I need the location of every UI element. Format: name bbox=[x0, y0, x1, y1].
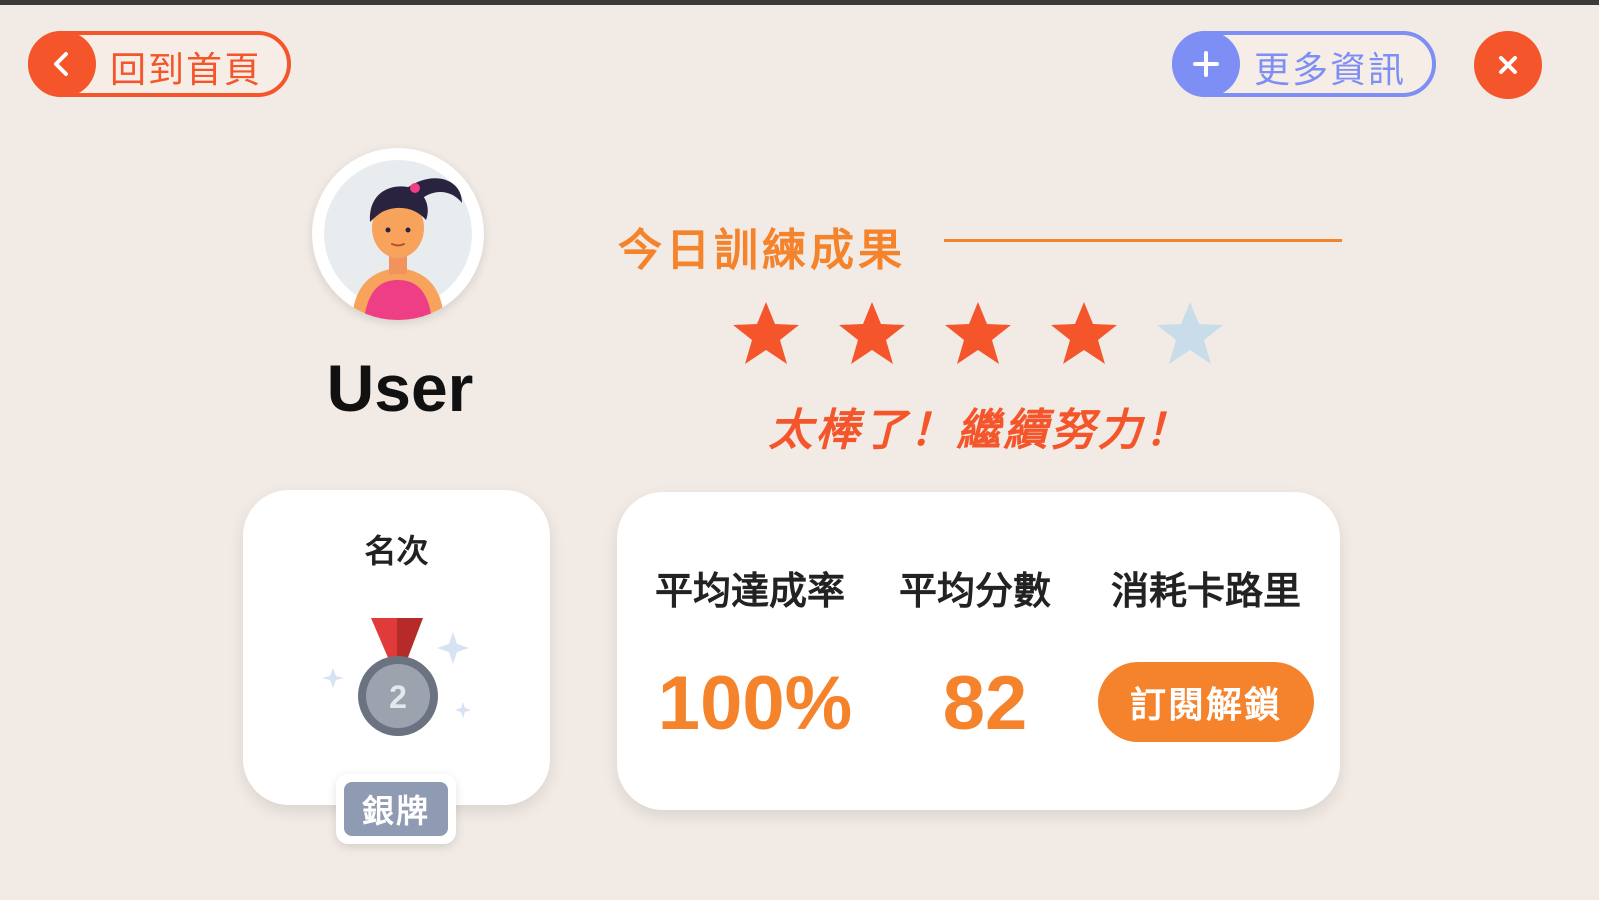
rank-badge: 銀牌 bbox=[336, 774, 456, 844]
silver-medal-icon: 2 bbox=[322, 618, 471, 736]
user-avatar bbox=[312, 148, 484, 320]
more-info-button[interactable]: 更多資訊 bbox=[1172, 31, 1436, 97]
user-name: User bbox=[326, 351, 474, 425]
avg-score-value: 82 bbox=[942, 661, 1028, 746]
chevron-left-icon bbox=[28, 31, 96, 97]
avg-completion-label: 平均達成率 bbox=[654, 569, 845, 613]
subscribe-unlock-button[interactable]: 訂閱解鎖 bbox=[1098, 662, 1314, 742]
star-rating bbox=[730, 298, 1230, 378]
window-top-border bbox=[0, 0, 1599, 5]
plus-icon bbox=[1172, 31, 1240, 97]
stats-card bbox=[617, 492, 1340, 810]
star-icon bbox=[945, 302, 1011, 364]
star-icon bbox=[1157, 302, 1223, 364]
calories-label: 消耗卡路里 bbox=[1110, 569, 1301, 613]
back-to-home-label: 回到首頁 bbox=[110, 50, 263, 91]
star-icon bbox=[733, 302, 799, 364]
medal-number: 2 bbox=[389, 679, 407, 715]
rank-label: 名次 bbox=[364, 532, 429, 570]
results-title: 今日訓練成果 bbox=[618, 225, 906, 276]
avg-completion-value: 100% bbox=[657, 661, 853, 746]
star-icon bbox=[839, 302, 905, 364]
star-icon bbox=[1051, 302, 1117, 364]
close-icon bbox=[1499, 56, 1517, 74]
results-divider bbox=[944, 239, 1342, 242]
rank-badge-label: 銀牌 bbox=[344, 782, 448, 836]
more-info-label: 更多資訊 bbox=[1254, 50, 1407, 91]
avg-score-label: 平均分數 bbox=[898, 569, 1051, 613]
close-button[interactable] bbox=[1474, 31, 1542, 99]
back-to-home-button[interactable]: 回到首頁 bbox=[28, 31, 291, 97]
praise-message: 太棒了！繼續努力！ bbox=[768, 405, 1192, 456]
